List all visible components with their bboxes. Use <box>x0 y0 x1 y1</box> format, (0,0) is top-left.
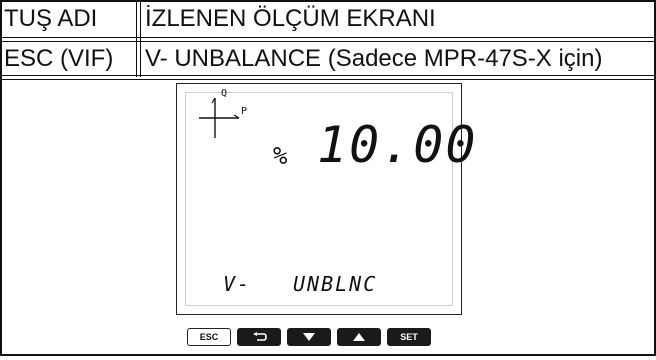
down-triangle-icon <box>303 333 315 341</box>
row-divider <box>0 79 656 80</box>
up-key[interactable] <box>337 328 381 346</box>
measurement-value: 10.00 <box>317 116 478 174</box>
header-screen-name: İZLENEN ÖLÇÜM EKRANI <box>145 5 436 32</box>
lcd-label-right: UNBLNC <box>293 272 378 296</box>
up-triangle-icon <box>353 333 365 341</box>
lcd-display: Q P % 10.00 V- UNBLNC <box>176 83 476 315</box>
device-keys: ESC SET <box>187 328 431 348</box>
header-key-name: TUŞ ADI <box>4 5 98 32</box>
down-key[interactable] <box>287 328 331 346</box>
col-divider <box>136 0 137 77</box>
set-key[interactable]: SET <box>387 328 431 346</box>
row-key-name: ESC (VIF) <box>4 45 114 72</box>
quadrant-axes-icon <box>199 97 240 138</box>
back-key[interactable] <box>237 328 281 346</box>
unit-percent: % <box>273 142 290 170</box>
esc-key[interactable]: ESC <box>187 328 231 346</box>
axis-q-label: Q <box>221 88 230 99</box>
lcd-label-left: V- <box>223 272 252 296</box>
row-screen-name: V- UNBALANCE (Sadece MPR-47S-X için) <box>145 45 603 72</box>
axis-p-label: P <box>241 106 250 117</box>
back-arrow-icon <box>253 332 267 341</box>
